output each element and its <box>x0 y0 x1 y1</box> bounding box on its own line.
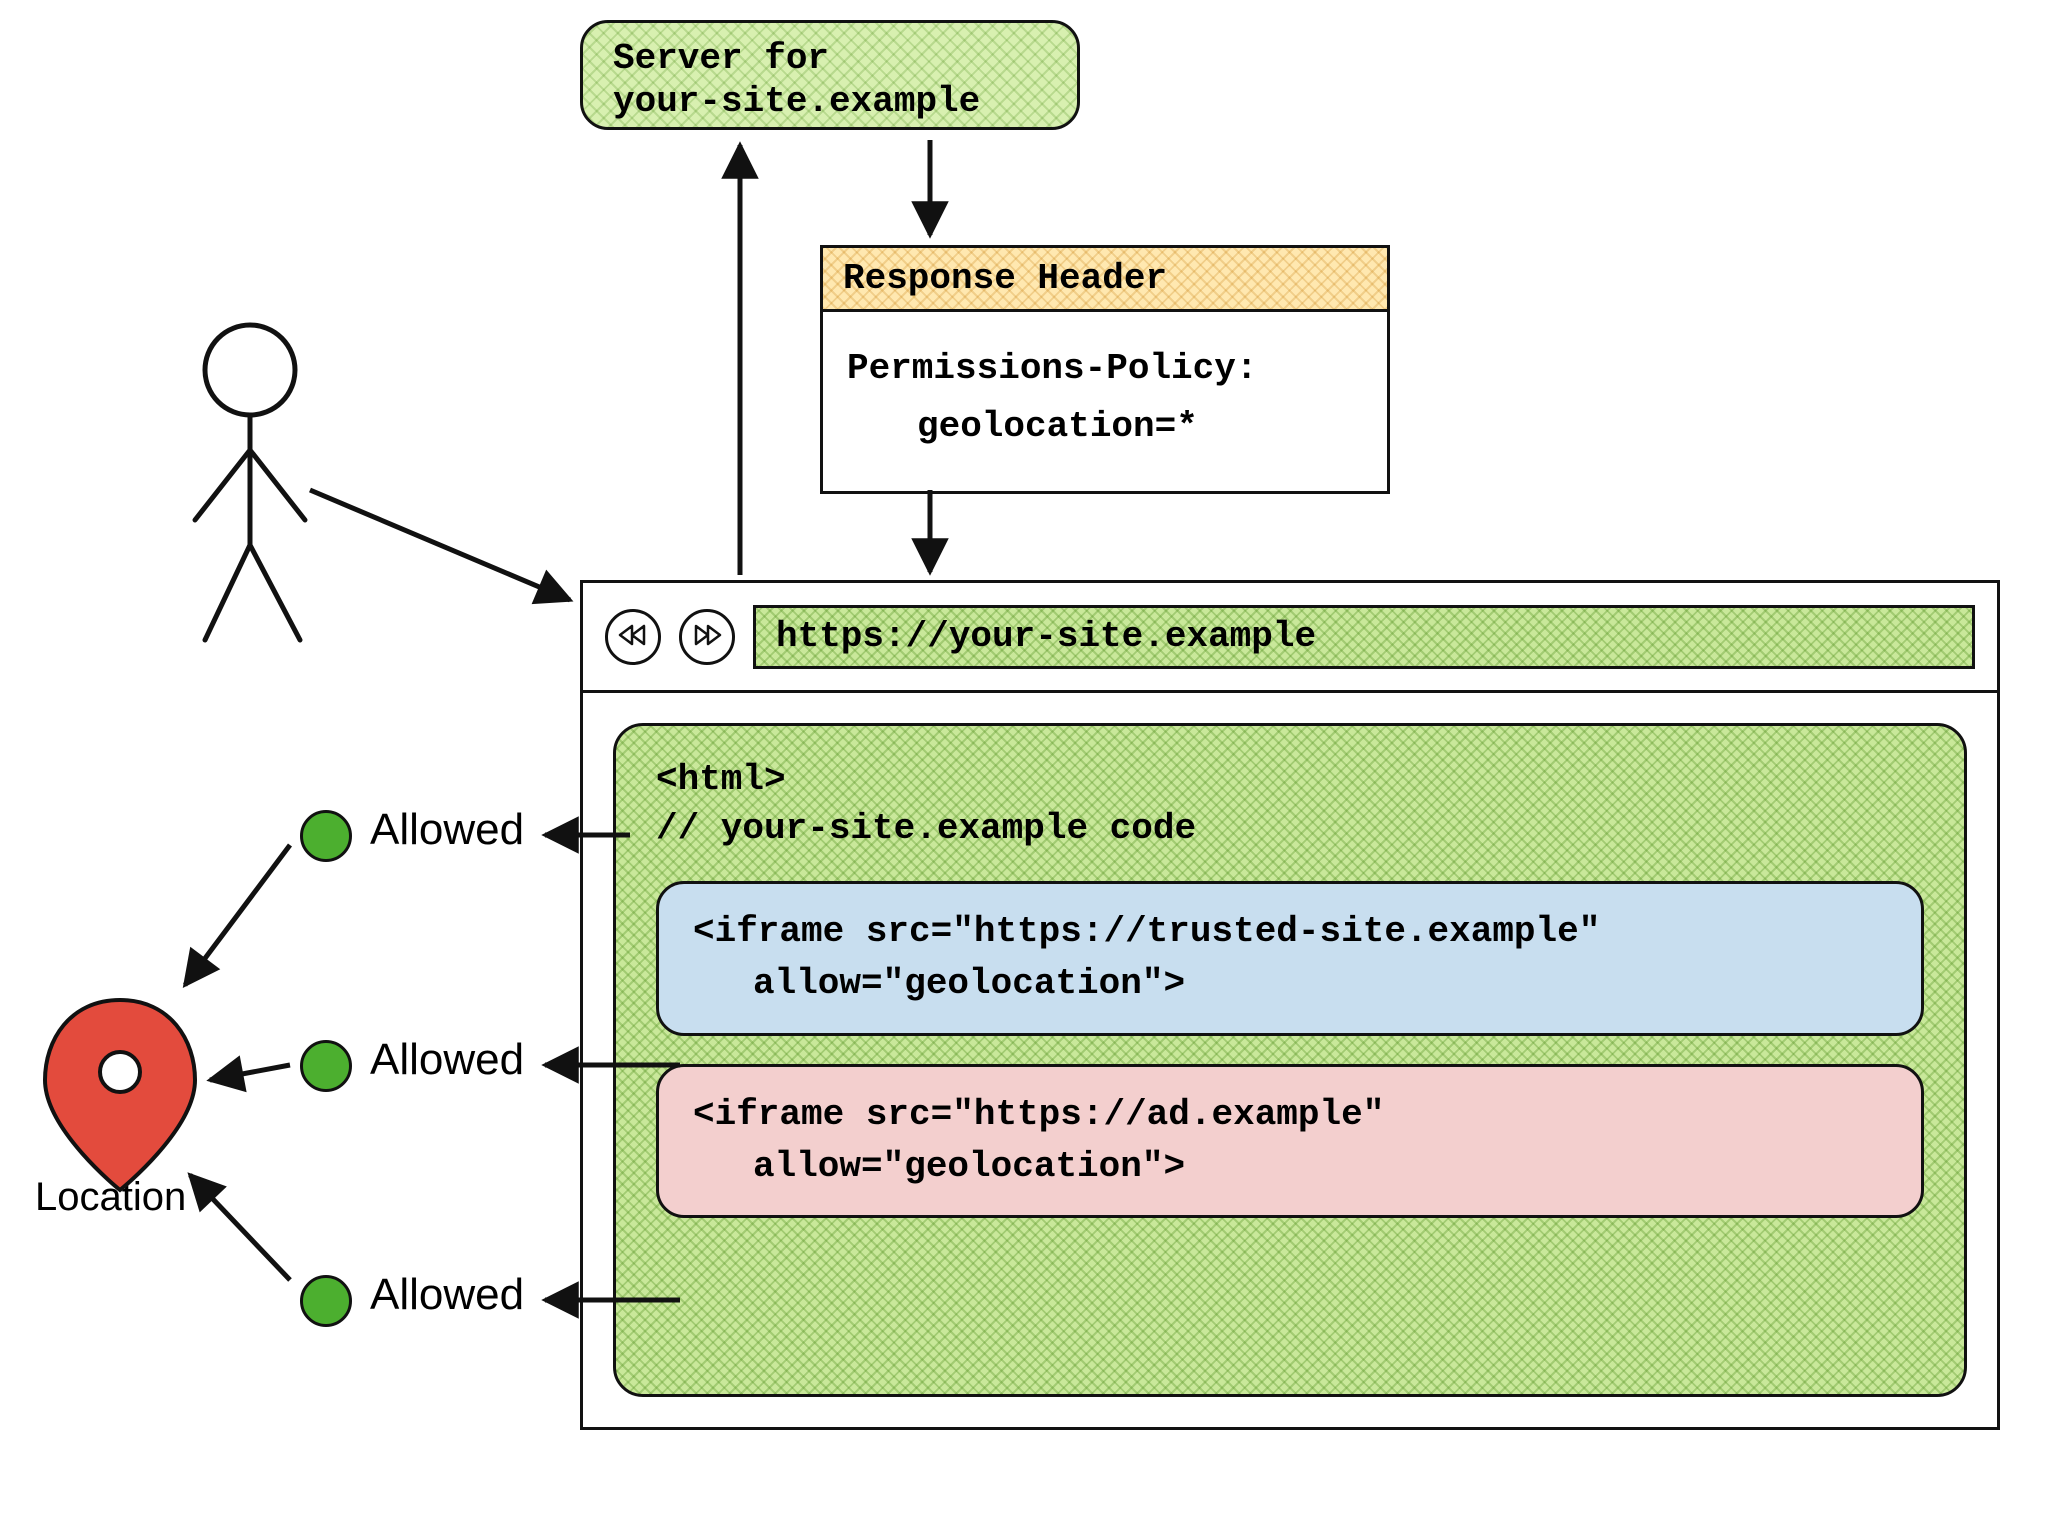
browser-window: https://your-site.example <html> // your… <box>580 580 2000 1430</box>
location-label: Location <box>35 1175 186 1220</box>
response-header-box: Response Header Permissions-Policy: geol… <box>820 245 1390 494</box>
address-bar[interactable]: https://your-site.example <box>753 605 1975 669</box>
page-code-line2: // your-site.example code <box>656 805 1924 854</box>
back-button[interactable] <box>605 609 661 665</box>
page-code-block: <html> // your-site.example code <box>656 756 1924 853</box>
response-header-title: Response Header <box>823 248 1387 312</box>
status-dot-1 <box>300 810 352 862</box>
iframe-trusted: <iframe src="https://trusted-site.exampl… <box>656 881 1924 1035</box>
browser-toolbar: https://your-site.example <box>583 583 1997 693</box>
status-label-2: Allowed <box>370 1035 524 1085</box>
status-dot-2 <box>300 1040 352 1092</box>
address-bar-url: https://your-site.example <box>776 616 1316 657</box>
iframe-ad-line1: <iframe src="https://ad.example" <box>693 1089 1887 1141</box>
server-line2: your-site.example <box>613 80 1047 123</box>
forward-button[interactable] <box>679 609 735 665</box>
location-pin-icon <box>45 1000 195 1190</box>
page-content: <html> // your-site.example code <iframe… <box>613 723 1967 1397</box>
iframe-trusted-line2: allow="geolocation"> <box>693 958 1887 1010</box>
iframe-trusted-line1: <iframe src="https://trusted-site.exampl… <box>693 906 1887 958</box>
user-icon <box>195 325 305 640</box>
page-code-line1: <html> <box>656 756 1924 805</box>
status-label-1: Allowed <box>370 805 524 855</box>
status-label-3: Allowed <box>370 1270 524 1320</box>
response-header-line1: Permissions-Policy: <box>847 340 1363 398</box>
iframe-ad-line2: allow="geolocation"> <box>693 1141 1887 1193</box>
fast-forward-icon <box>692 621 722 653</box>
server-line1: Server for <box>613 37 1047 80</box>
iframe-ad: <iframe src="https://ad.example" allow="… <box>656 1064 1924 1218</box>
response-header-line2: geolocation=* <box>847 398 1363 456</box>
status-dot-3 <box>300 1275 352 1327</box>
server-box: Server for your-site.example <box>580 20 1080 130</box>
rewind-icon <box>618 621 648 653</box>
response-header-body: Permissions-Policy: geolocation=* <box>823 312 1387 491</box>
